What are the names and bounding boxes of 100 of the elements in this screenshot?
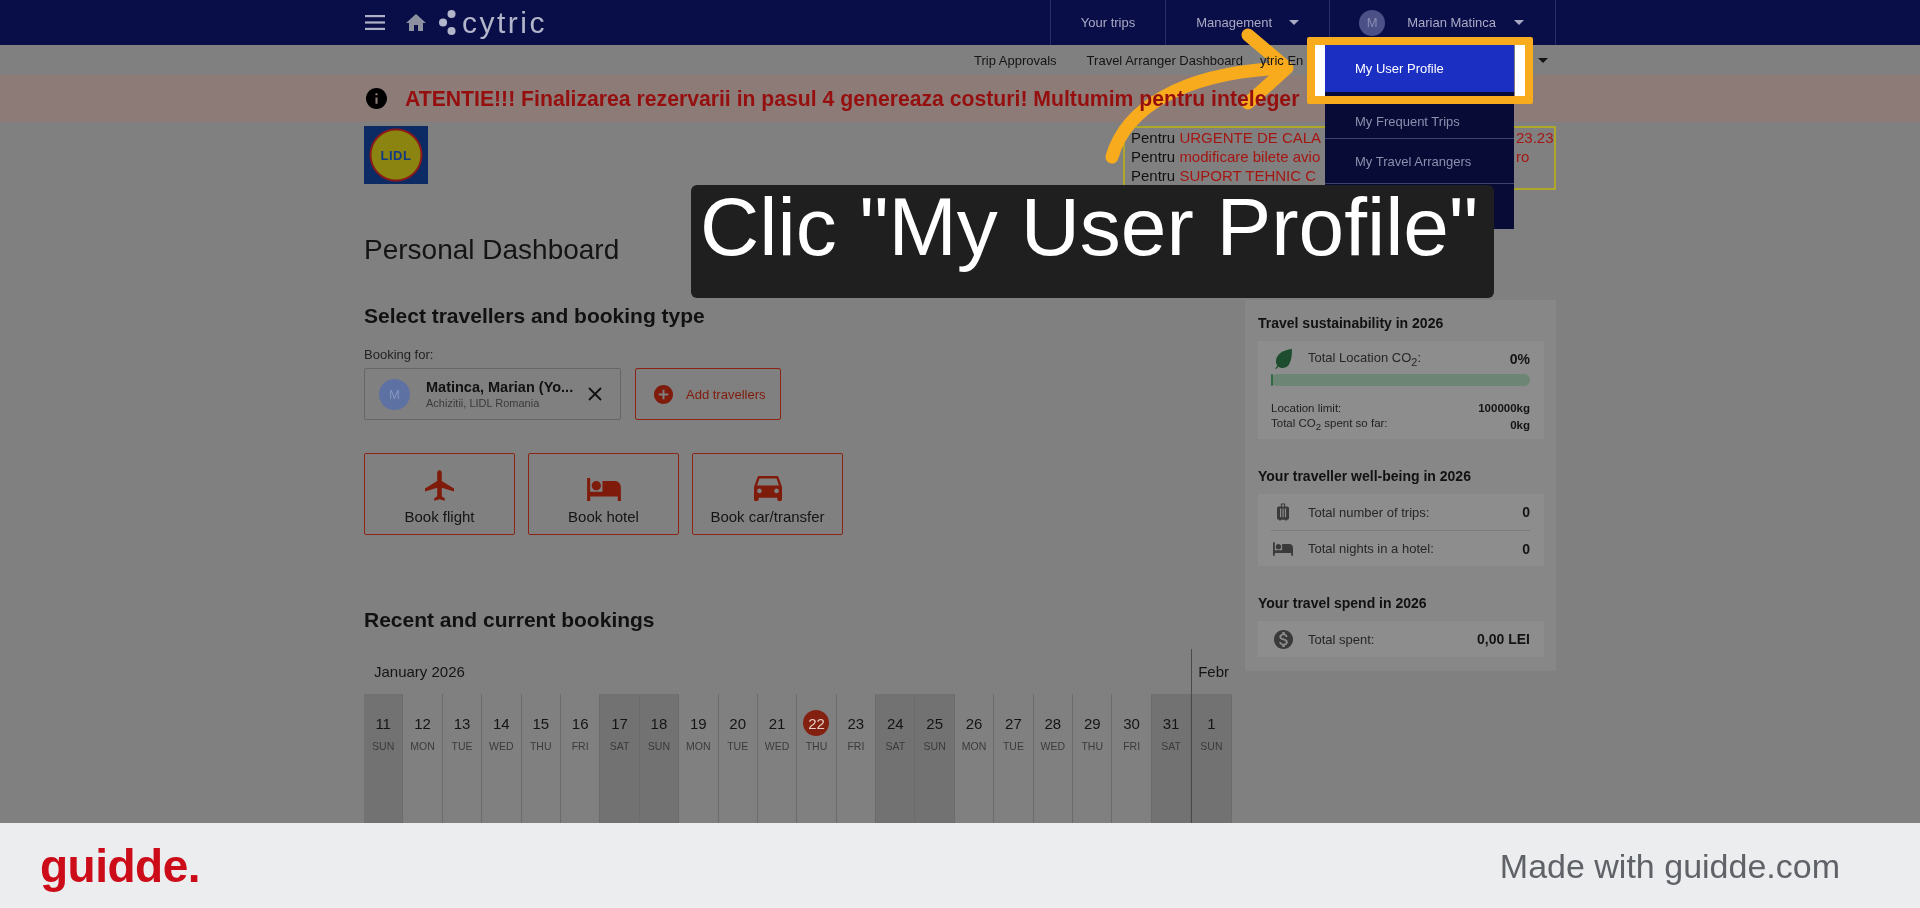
stat-label: Total spent: — [1308, 631, 1375, 647]
day-number: 21 — [767, 713, 787, 734]
logo-dots-icon — [439, 10, 456, 35]
nav-link[interactable]: Your trips — [1080, 8, 1136, 37]
weekday-label: SUN — [1200, 740, 1223, 752]
calendar-day[interactable]: 18 SUN — [639, 694, 680, 823]
day-number: 17 — [610, 713, 629, 734]
weekday-label: SAT — [609, 740, 630, 752]
caret-icon — [1514, 20, 1524, 25]
detail-value: 100000kg — [1478, 401, 1530, 414]
suitcase-icon — [1277, 503, 1289, 521]
menu-icon[interactable] — [365, 15, 385, 30]
section-title: Your travel spend in 2026 — [1258, 594, 1428, 613]
contact-line-end: 23.23 — [1516, 129, 1554, 146]
day-number: 15 — [531, 713, 551, 734]
contact-line: Pentru modificare bilete avio — [1131, 148, 1321, 165]
day-number: 11 — [374, 713, 392, 734]
menu-item[interactable]: My User Profile — [1325, 45, 1514, 92]
day-number: 22 — [803, 710, 830, 736]
stat-label: Total number of trips: — [1308, 504, 1430, 520]
weekday-label: MON — [686, 740, 711, 752]
nav-link[interactable]: Management — [1196, 8, 1300, 37]
day-number: 31 — [1161, 713, 1181, 734]
weekday-label: SAT — [885, 740, 906, 752]
day-number: 26 — [964, 713, 984, 734]
company-logo: LIDL — [364, 126, 428, 184]
day-number: 30 — [1122, 713, 1141, 734]
user-menu[interactable]: M Marian Matinca — [1359, 8, 1524, 37]
weekday-label: SAT — [1161, 740, 1181, 752]
stat-value: 0% — [1509, 351, 1530, 367]
day-number: 24 — [885, 713, 905, 734]
weekday-label: WED — [764, 740, 790, 752]
booking-type-button[interactable]: Book hotel — [528, 453, 679, 535]
day-number: 14 — [492, 713, 511, 734]
day-number: 28 — [1043, 713, 1063, 734]
credit-text: Made with guidde.com — [1499, 845, 1840, 886]
month-label: January 2026 — [374, 663, 465, 680]
stat-value: 0 — [1522, 504, 1530, 520]
contact-line-end: ro — [1516, 148, 1530, 165]
weekday-label: FRI — [1123, 740, 1141, 752]
add-travellers-button[interactable]: Add travellers — [635, 368, 781, 420]
weekday-label: TUE — [451, 740, 473, 752]
traveller-org: Achizitii, LIDL Romania — [426, 395, 540, 410]
day-number: 25 — [925, 713, 944, 734]
weekday-label: THU — [805, 740, 828, 752]
weekday-label: MON — [410, 740, 435, 752]
calendar-day[interactable]: 17 SAT — [600, 694, 640, 823]
subnav-link[interactable]: Trip Approvals — [974, 52, 1057, 68]
airplane-icon — [425, 470, 454, 501]
booking-for-label: Booking for: — [364, 347, 434, 362]
day-number: 29 — [1082, 713, 1102, 734]
weekday-label: TUE — [727, 740, 749, 752]
weekday-label: SUN — [923, 740, 946, 752]
menu-item[interactable]: My Travel Arrangers — [1325, 138, 1514, 184]
subnav-link[interactable]: Travel Arranger Dashboard — [1086, 52, 1243, 68]
calendar-day[interactable]: 31 SAT — [1151, 694, 1192, 823]
day-number: 27 — [1004, 713, 1023, 734]
detail-label: Total CO$_{2}$ spent so far: — [1271, 416, 1388, 433]
contact-line: Pentru URGENTE DE CALA — [1131, 129, 1322, 146]
day-number: 20 — [728, 713, 748, 734]
weekday-label: WED — [1040, 740, 1066, 752]
weekday-label: WED — [489, 740, 514, 752]
day-number: 23 — [846, 713, 866, 734]
weekday-label: MON — [961, 740, 987, 752]
close-icon[interactable] — [588, 387, 602, 401]
subnav-link[interactable]: ytric En — [1259, 52, 1304, 68]
detail-label: Location limit: — [1271, 401, 1342, 414]
weekday-label: THU — [529, 740, 552, 752]
logo-link[interactable]: cytric — [439, 6, 547, 39]
bed-icon — [1273, 541, 1293, 556]
dollar-coin-icon — [1273, 629, 1293, 649]
info-icon — [366, 88, 387, 109]
day-number: 16 — [570, 713, 590, 734]
bed-icon — [586, 478, 621, 501]
contact-line: Pentru SUPORT TEHNIC C — [1131, 167, 1317, 184]
calendar-day[interactable]: 24 SAT — [876, 694, 916, 823]
section-title: Travel sustainability in 2026 — [1258, 314, 1445, 333]
calendar-day[interactable]: 1 SUN — [1192, 694, 1232, 823]
guidde-logo: guidde. — [40, 840, 201, 891]
weekday-label: SUN — [647, 740, 670, 752]
booking-type-button[interactable]: Book car/transfer — [692, 453, 843, 535]
leaf-icon — [1274, 349, 1292, 369]
weekday-label: THU — [1081, 740, 1103, 752]
section-heading: Recent and current bookings — [364, 607, 656, 633]
day-number: 12 — [413, 713, 432, 734]
section-heading: Select travellers and booking type — [364, 303, 706, 329]
calendar-day[interactable]: 25 SUN — [915, 694, 955, 823]
traveller-name: Matinca, Marian (Yo... — [426, 378, 574, 396]
weekday-label: FRI — [847, 740, 865, 752]
booking-type-button[interactable]: Book flight — [364, 453, 515, 535]
day-number: 19 — [688, 713, 708, 734]
menu-item[interactable]: My Frequent Trips — [1325, 104, 1514, 138]
stat-label: Total nights in a hotel: — [1308, 541, 1434, 556]
page-title: Personal Dashboard — [364, 234, 621, 266]
stat-value: 0 — [1522, 540, 1530, 557]
avatar: M — [1359, 9, 1386, 36]
caret-icon[interactable] — [1538, 57, 1548, 63]
home-icon[interactable] — [406, 14, 426, 31]
detail-value: 0kg — [1510, 418, 1530, 431]
section-title: Your traveller well-being in 2026 — [1258, 467, 1472, 486]
